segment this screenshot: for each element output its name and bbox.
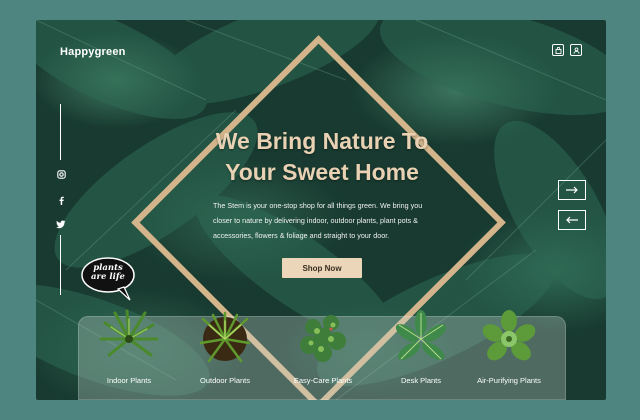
category-label: Easy-Care Plants — [293, 376, 353, 385]
badge-text-line: are life — [91, 272, 125, 282]
category-label: Outdoor Plants — [199, 376, 251, 385]
category-air-purifying-plants[interactable]: Air-Purifying Plants — [463, 310, 555, 400]
facebook-icon[interactable] — [54, 193, 68, 207]
prev-arrow-button[interactable] — [558, 210, 586, 230]
arrow-left-icon — [566, 216, 578, 224]
arrow-right-icon — [566, 186, 578, 194]
user-icon[interactable] — [570, 44, 582, 56]
outdoor-plant-icon — [199, 311, 251, 363]
hero-description-line: The Stem is your one-stop shop for all t… — [213, 201, 423, 210]
easy-care-plant-icon — [300, 315, 346, 362]
hero-description-line: accessories, flowers & foliage and strai… — [213, 231, 390, 240]
category-label: Air-Purifying Plants — [477, 376, 541, 385]
category-label: Desk Plants — [400, 376, 442, 385]
category-indoor-plants[interactable]: Indoor Plants — [83, 309, 175, 400]
instagram-icon[interactable] — [54, 167, 68, 181]
category-easy-care-plants[interactable]: Easy-Care Plants — [277, 315, 369, 400]
category-label: Indoor Plants — [106, 376, 152, 385]
hero-description-line: closer to nature by delivering indoor, o… — [213, 216, 418, 225]
shop-now-button[interactable]: Shop Now — [282, 258, 362, 278]
twitter-icon[interactable] — [54, 217, 68, 231]
category-outdoor-plants[interactable]: Outdoor Plants — [179, 311, 271, 400]
hero-section: Happygreen We Bring Nature To Your Sweet… — [36, 20, 606, 400]
indoor-plant-icon — [99, 309, 159, 357]
divider-line — [60, 104, 61, 160]
divider-line — [60, 235, 61, 295]
hero-title: We Bring Nature To Your Sweet Home — [186, 126, 458, 188]
desk-plant-icon — [395, 310, 447, 360]
next-arrow-button[interactable] — [558, 180, 586, 200]
shopping-bag-icon[interactable] — [552, 44, 564, 56]
brand-logo[interactable]: Happygreen — [60, 46, 126, 58]
hero-title-line: Your Sweet Home — [225, 159, 419, 185]
plants-are-life-badge: plants are life — [80, 256, 136, 301]
hero-title-line: We Bring Nature To — [215, 128, 429, 154]
air-purifying-plant-icon — [482, 310, 536, 361]
category-panel: Indoor Plants Outdoor Plants Easy-Care P… — [78, 309, 566, 400]
hero-description: The Stem is your one-stop shop for all t… — [213, 198, 443, 243]
category-desk-plants[interactable]: Desk Plants — [375, 310, 467, 400]
